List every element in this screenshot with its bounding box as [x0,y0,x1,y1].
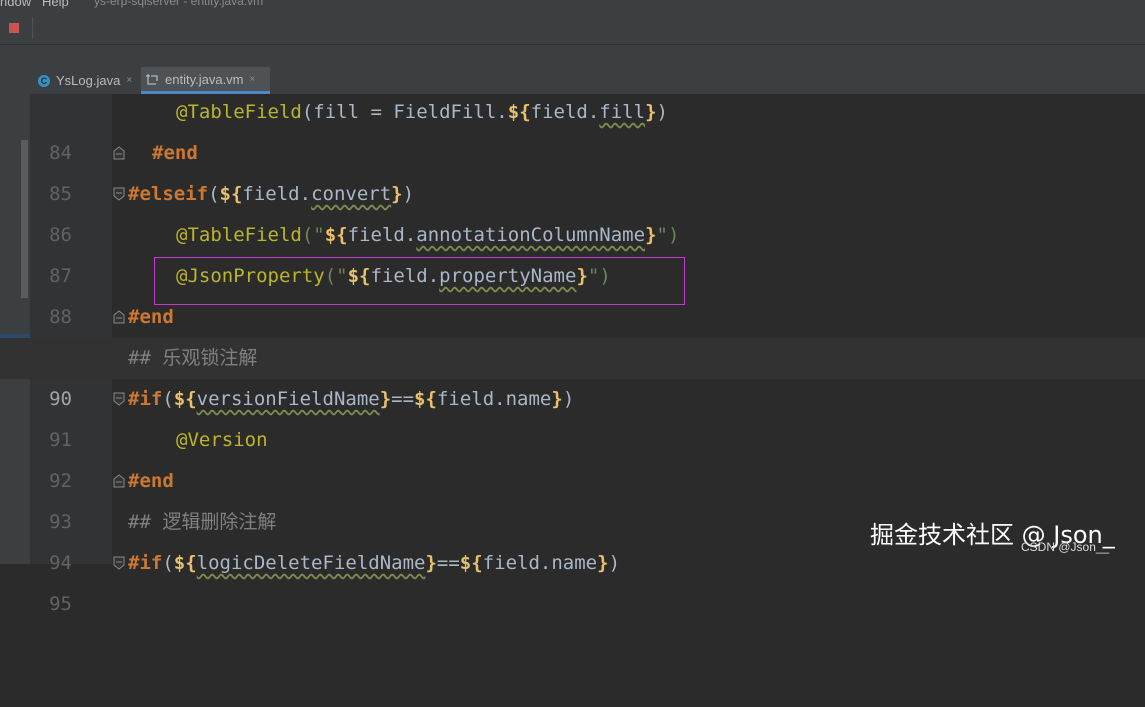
line-code: ## 乐观锁注解 [128,347,258,369]
line-code: ## 逻辑删除注解 [128,511,277,533]
code-line-current[interactable]: 90 ## 乐观锁注解 [0,338,1145,410]
code-line[interactable]: 91 #if(${versionFieldName}==${field.name… [0,379,1145,451]
fold-end-icon[interactable] [113,310,125,324]
fold-start-icon[interactable] [113,556,125,570]
java-class-icon: C [38,74,50,87]
tab-entity-java-vm[interactable]: entity.java.vm × [141,67,270,94]
csdn-watermark: CSDN @Json__ [1021,540,1110,554]
menu-bar: ndow Help ys-erp-sqlserver - entity.java… [0,0,1145,12]
close-icon[interactable]: × [250,74,256,85]
close-icon[interactable]: × [126,75,132,86]
code-line[interactable]: 92 @Version [0,420,1145,492]
line-code: #end [128,470,174,492]
line-number: 95 [49,593,72,615]
menu-window[interactable]: ndow [0,0,31,9]
line-code: #if(${versionFieldName}==${field.name}) [128,388,575,410]
fold-start-icon[interactable] [113,187,125,201]
stop-icon [9,23,19,33]
line-code: #end [152,142,198,164]
code-line[interactable]: 86 #elseif(${field.convert}) [0,174,1145,246]
line-code: @TableField("${field.annotationColumnNam… [176,224,680,246]
annotation-highlight-box [154,257,685,305]
tab-label: YsLog.java [56,73,121,88]
toolbar-divider [32,17,33,39]
code-line[interactable]: 87 @TableField("${field.annotationColumn… [0,215,1145,287]
fold-start-icon[interactable] [113,392,125,406]
window-title: ys-erp-sqlserver - entity.java.vm [94,0,264,8]
toolbar [0,12,1145,45]
velocity-template-icon [146,74,158,85]
line-code: #elseif(${field.convert}) [128,183,415,205]
code-line[interactable]: 93 #end [0,461,1145,533]
stop-button[interactable] [6,20,22,36]
editor-tab-bar: C YsLog.java × entity.java.vm × [0,67,1145,95]
navigation-bar [0,45,1145,68]
tab-label: entity.java.vm [165,71,244,87]
fold-end-icon[interactable] [113,146,125,160]
tab-yslog-java[interactable]: C YsLog.java × [32,67,136,94]
line-code: @Version [176,429,268,451]
code-line[interactable]: 84 @TableField(fill = FieldFill.${field.… [0,92,1145,164]
code-line[interactable]: 85 #end [0,133,1145,205]
menu-help[interactable]: Help [42,0,69,9]
fold-end-icon[interactable] [113,474,125,488]
line-code: @TableField(fill = FieldFill.${field.fil… [176,101,668,123]
